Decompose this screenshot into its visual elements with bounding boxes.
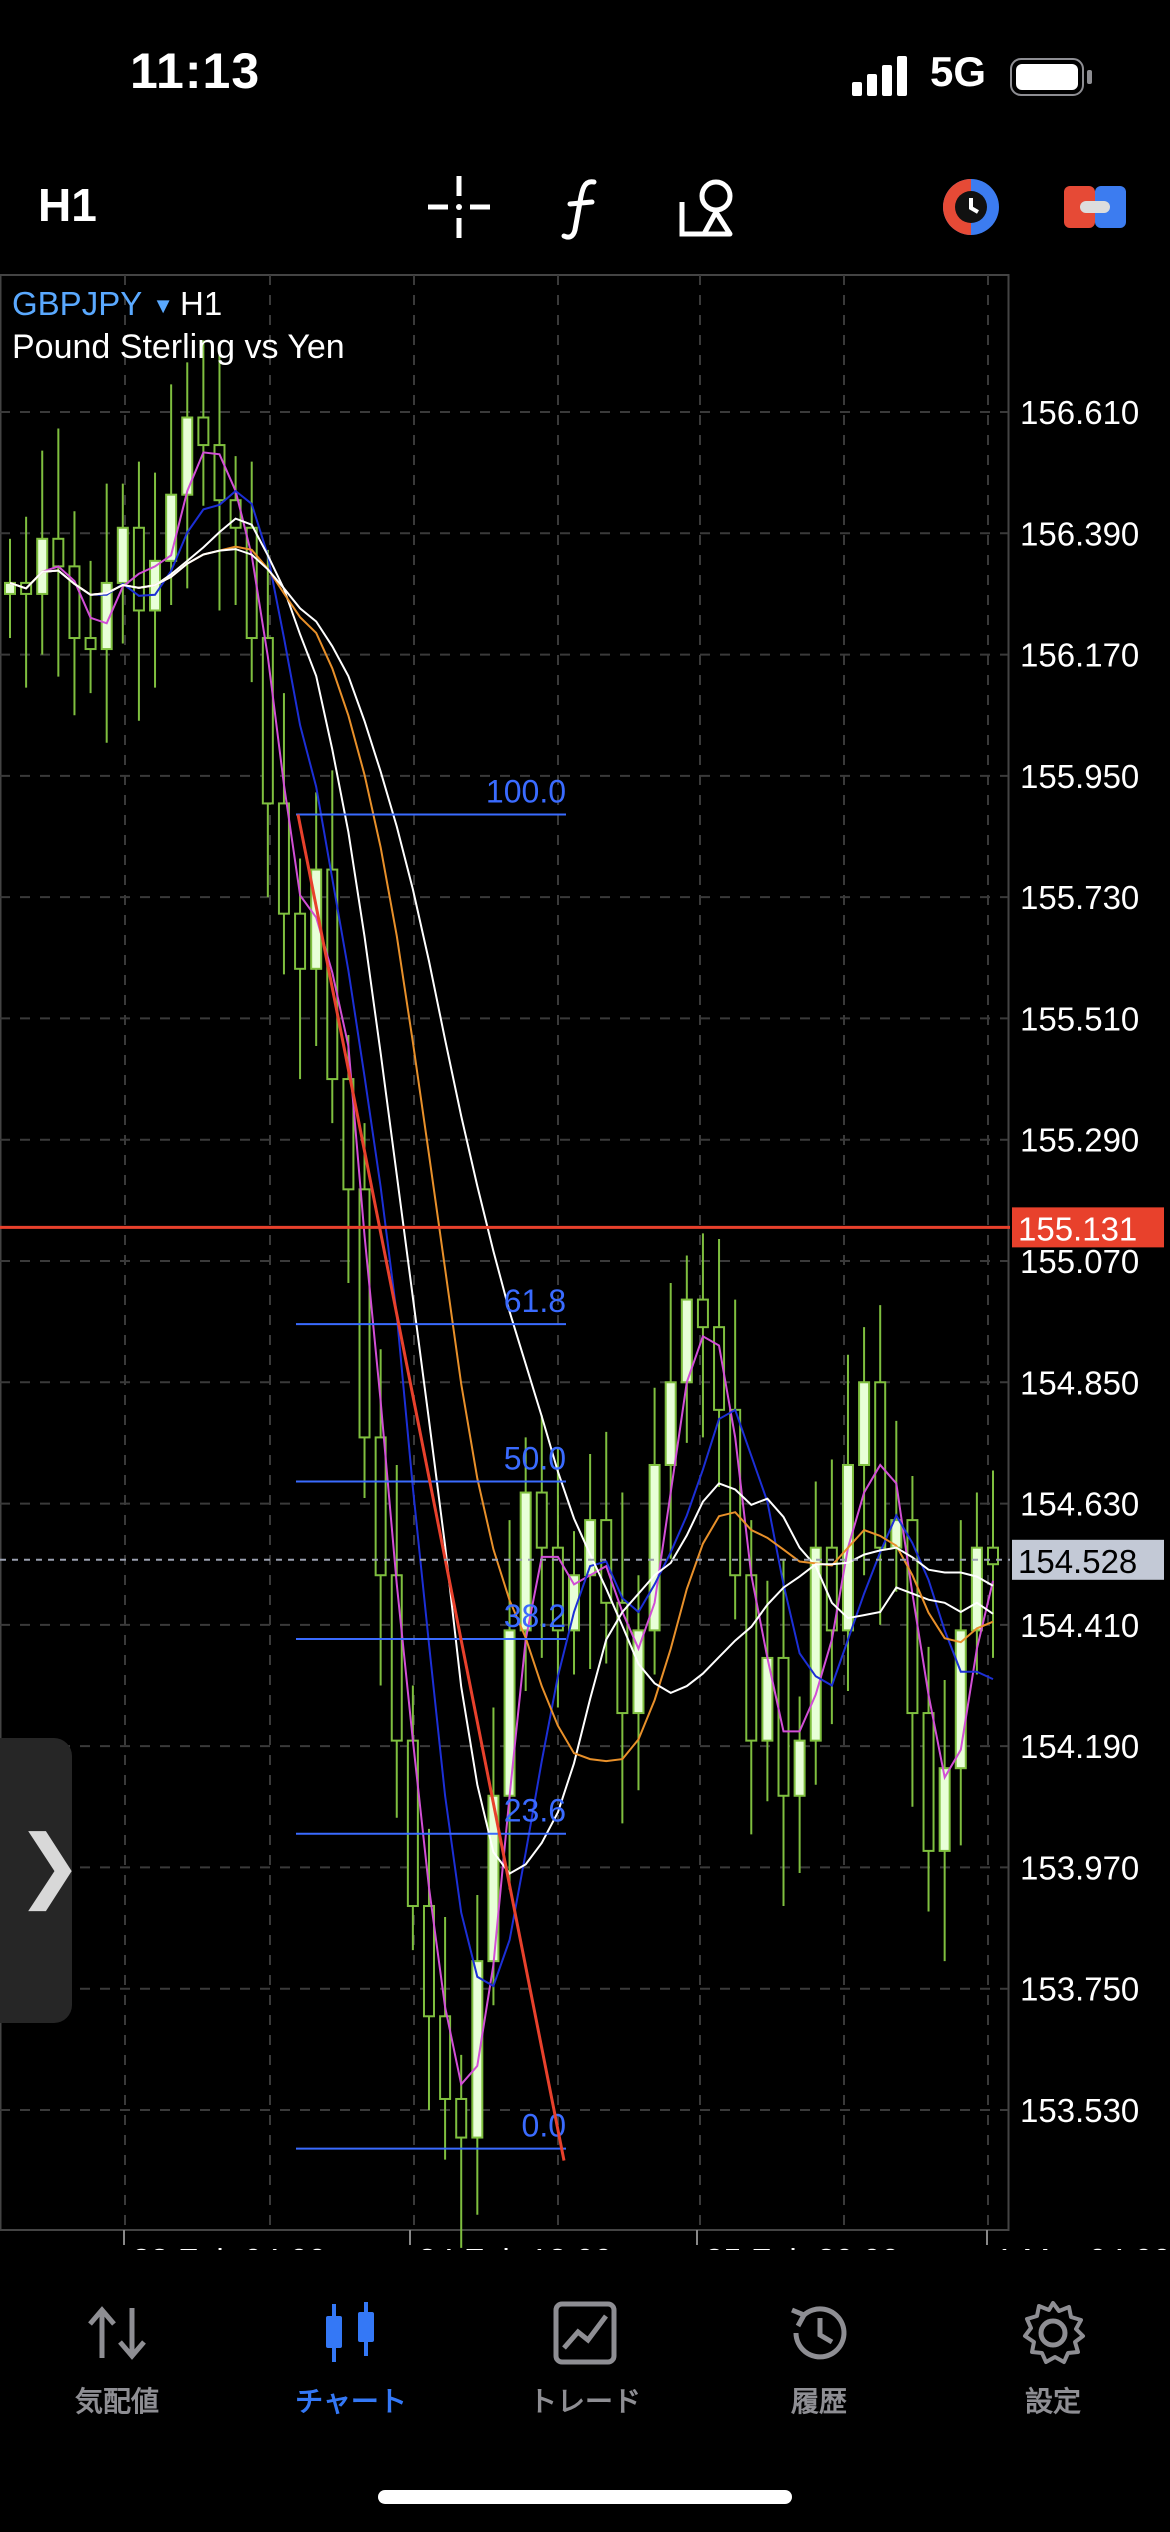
- candle-body: [374, 1436, 387, 1577]
- ma-blue-line: [9, 489, 994, 1988]
- network-type: 5G: [930, 48, 987, 95]
- candle-body: [294, 912, 307, 970]
- candle-body: [36, 537, 49, 595]
- candle-body: [987, 1546, 999, 1566]
- fib-level-label: 38.2: [504, 1598, 566, 1634]
- tab-label: 履歴: [790, 2386, 847, 2417]
- time-tick-label: 1 Mar 04:00: [995, 2242, 1170, 2250]
- candle-body: [793, 1739, 806, 1797]
- history-icon: [791, 2306, 847, 2360]
- candle-body: [132, 526, 145, 612]
- fib-level-label: 100.0: [486, 773, 566, 809]
- chart-symbol-label[interactable]: GBPJPY ▼ H1: [12, 285, 222, 323]
- candle-body: [52, 537, 65, 568]
- quotes-icon: [88, 2306, 146, 2360]
- candle-body: [696, 1298, 709, 1329]
- candle-body: [116, 526, 129, 584]
- symbol-name: GBPJPY: [12, 285, 143, 322]
- candle-body: [809, 1546, 822, 1742]
- price-tick-label: 154.410: [1020, 1607, 1139, 1644]
- price-tick-label: 153.970: [1020, 1849, 1139, 1886]
- chart-icon: [326, 2302, 374, 2362]
- price-tick-label: 153.750: [1020, 1971, 1139, 2008]
- tab-label: トレード: [528, 2386, 641, 2417]
- tab-quotes[interactable]: 気配値: [0, 2262, 234, 2417]
- price-tick-label: 155.290: [1020, 1122, 1139, 1159]
- objects-icon[interactable]: [674, 172, 744, 242]
- price-tick-label: 153.530: [1020, 2092, 1139, 2129]
- fib-level-label: 50.0: [504, 1441, 566, 1477]
- status-time: 11:13: [130, 43, 261, 99]
- price-tick-label: 156.390: [1020, 515, 1139, 552]
- candle-body: [535, 1491, 548, 1549]
- tab-history[interactable]: 履歴: [702, 2262, 936, 2417]
- price-tick-label: 155.950: [1020, 758, 1139, 795]
- one-click-trading-icon[interactable]: [936, 172, 1006, 242]
- tab-label: 設定: [1024, 2386, 1081, 2417]
- price-tick-label: 154.630: [1020, 1486, 1139, 1523]
- symbol-description: Pound Sterling vs Yen: [12, 328, 345, 366]
- battery-icon: [1010, 58, 1092, 96]
- home-indicator: [378, 2490, 792, 2504]
- candle-body: [858, 1381, 871, 1466]
- settings-icon: [1023, 2301, 1085, 2364]
- price-tick-label: 156.170: [1020, 637, 1139, 674]
- candle-body: [197, 416, 210, 447]
- candle-body: [84, 637, 97, 651]
- candle-body: [165, 493, 178, 562]
- chevron-right-icon: ❯: [16, 1818, 84, 1911]
- timeframe-button[interactable]: H1: [38, 178, 97, 232]
- tab-chart[interactable]: チャート: [234, 2262, 468, 2417]
- price-tick-label: 154.190: [1020, 1728, 1139, 1765]
- candle-body: [455, 2097, 468, 2139]
- candle-body: [745, 1574, 758, 1742]
- indicators-icon[interactable]: [548, 172, 618, 242]
- side-panel-toggle[interactable]: ❯: [0, 1738, 83, 2023]
- fib-level-label: 61.8: [504, 1283, 566, 1319]
- price-tick-label: 155.510: [1020, 1000, 1139, 1037]
- tab-label: チャート: [295, 2386, 407, 2417]
- symbol-dropdown-icon: ▼: [152, 293, 174, 319]
- bid-price-label: 155.131: [1018, 1210, 1137, 1247]
- symbol-timeframe: H1: [180, 285, 223, 322]
- tab-label: 気配値: [74, 2386, 159, 2417]
- price-tick-label: 156.610: [1020, 394, 1139, 431]
- time-tick-label: 23 Feb 04:00: [132, 2242, 327, 2250]
- tab-trade[interactable]: トレード: [468, 2262, 702, 2417]
- cursor-price-label: 154.528: [1018, 1543, 1137, 1580]
- trade-toggle-icon[interactable]: [1060, 172, 1130, 242]
- trade-icon: [553, 2301, 617, 2365]
- candle-body: [664, 1381, 677, 1466]
- ma-white-line-fast: [9, 517, 994, 1875]
- price-tick-label: 154.850: [1020, 1364, 1139, 1401]
- time-tick-label: 24 Feb 12:00: [418, 2242, 613, 2250]
- crosshair-icon[interactable]: [424, 172, 494, 242]
- candle-body: [922, 1712, 935, 1852]
- time-tick-label: 25 Feb 20:00: [705, 2242, 900, 2250]
- chart-canvas[interactable]: 156.610 156.390 156.170 155.950 155.730 155.5…: [0, 270, 1170, 2250]
- chart-toolbar: H1: [0, 160, 1170, 250]
- candle-body: [422, 1905, 435, 2018]
- status-bar: 11:13 5G: [0, 0, 1170, 150]
- tab-settings[interactable]: 設定: [936, 2262, 1170, 2417]
- candle-body: [277, 802, 290, 915]
- candle-body: [938, 1767, 951, 1852]
- price-tick-label: 155.730: [1020, 879, 1139, 916]
- fib-level-label: 23.6: [504, 1793, 566, 1829]
- price-tick-label: 155.070: [1020, 1243, 1139, 1280]
- cellular-signal-icon: [852, 56, 907, 96]
- candle-body: [390, 1574, 403, 1742]
- price-chart[interactable]: 156.610 156.390 156.170 155.950 155.730 155.5…: [0, 270, 1170, 2250]
